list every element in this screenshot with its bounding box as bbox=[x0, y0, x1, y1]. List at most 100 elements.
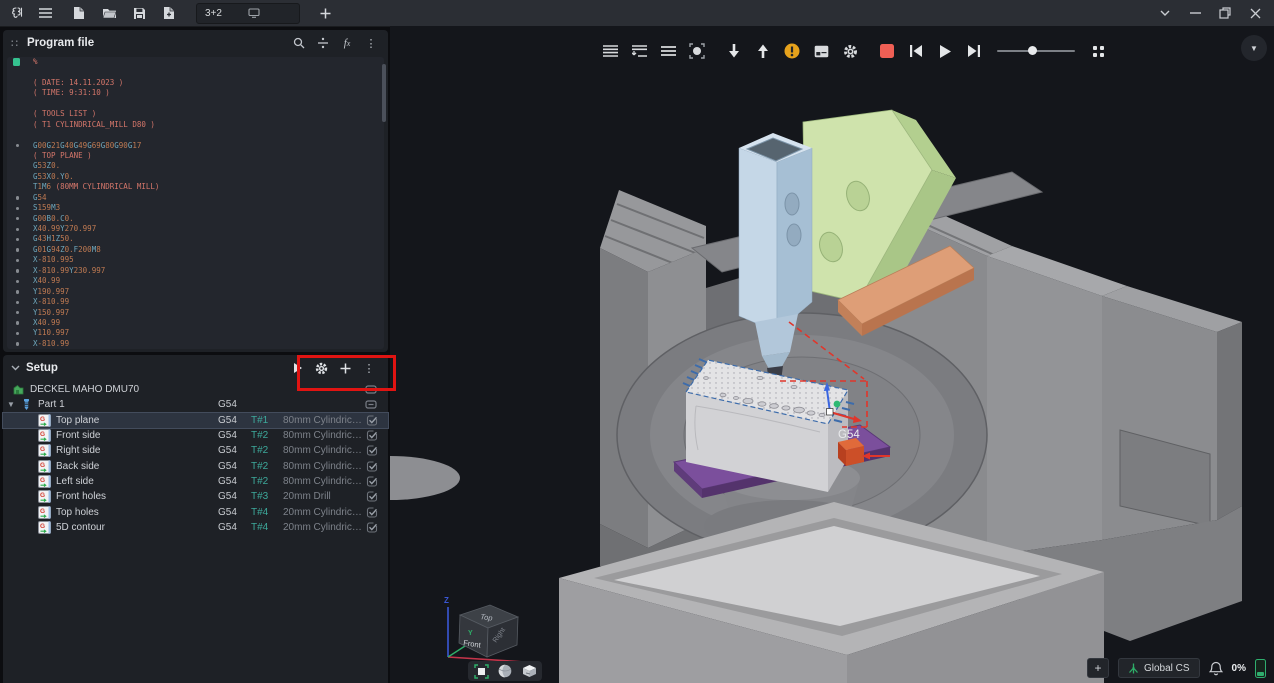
breakpoint-bullet[interactable] bbox=[7, 214, 29, 224]
tree-row-machine[interactable]: DECKEL MAHO DMU70 bbox=[3, 382, 388, 397]
arrow-down-icon[interactable] bbox=[724, 41, 744, 61]
collapse-chevron-icon[interactable] bbox=[11, 365, 20, 371]
code-line[interactable]: G00B0.C0. bbox=[7, 214, 384, 224]
breakpoint-bullet[interactable] bbox=[7, 328, 29, 338]
goto-line-icon[interactable] bbox=[314, 34, 332, 52]
code-line[interactable]: X-810.995 bbox=[7, 255, 384, 265]
breakpoint-bullet[interactable] bbox=[7, 203, 29, 213]
stop-icon[interactable] bbox=[877, 41, 897, 61]
code-line[interactable]: G43H1Z50. bbox=[7, 234, 384, 244]
code-line[interactable]: G54 bbox=[7, 193, 384, 203]
expand-chevron-icon[interactable]: ▼ bbox=[3, 400, 19, 409]
view-cube[interactable]: Z Top Front Right Y bbox=[430, 593, 550, 665]
maximize-icon[interactable] bbox=[1210, 2, 1240, 24]
operation-check-icon[interactable] bbox=[366, 507, 378, 518]
save-icon[interactable] bbox=[126, 2, 152, 24]
speed-slider[interactable] bbox=[997, 41, 1075, 61]
tree-row-part[interactable]: ▼ Part 1 G54 bbox=[3, 397, 388, 412]
code-line[interactable]: X-810.99Y230.997 bbox=[7, 266, 384, 276]
code-line[interactable]: X40.99 bbox=[7, 276, 384, 286]
code-line[interactable] bbox=[7, 130, 384, 140]
code-line[interactable]: X40.99 bbox=[7, 318, 384, 328]
operation-check-icon[interactable] bbox=[366, 430, 378, 441]
operation-row[interactable]: G5D contourG54T#420mm Cylindrical ... bbox=[3, 520, 388, 535]
open-folder-icon[interactable] bbox=[96, 2, 122, 24]
operation-row[interactable]: GFront holesG54T#320mm Drill bbox=[3, 489, 388, 504]
code-line[interactable]: X40.99Y270.997 bbox=[7, 224, 384, 234]
code-line[interactable]: % bbox=[7, 57, 384, 67]
global-cs-button[interactable]: Global CS bbox=[1118, 658, 1200, 678]
operation-row[interactable]: GRight sideG54T#280mm Cylindrical ... bbox=[3, 443, 388, 458]
code-line[interactable]: ( TIME: 9:31:10 ) bbox=[7, 88, 384, 98]
operation-check-icon[interactable] bbox=[366, 522, 378, 533]
simulate-play-icon[interactable] bbox=[288, 359, 306, 377]
breakpoint-bullet[interactable] bbox=[7, 308, 29, 318]
drag-handle-icon[interactable]: ∷ bbox=[11, 37, 19, 50]
operation-row[interactable]: GBack sideG54T#280mm Cylindrical ... bbox=[3, 458, 388, 473]
breakpoint-bullet[interactable] bbox=[7, 318, 29, 328]
play-icon[interactable] bbox=[935, 41, 955, 61]
visibility-toggle-icon[interactable] bbox=[365, 400, 377, 409]
dropdown-chevron-icon[interactable] bbox=[1150, 2, 1180, 24]
code-line[interactable]: ( TOOLS LIST ) bbox=[7, 109, 384, 119]
operation-row[interactable]: GTop planeG54T#180mm Cylindrical ... bbox=[3, 413, 388, 428]
code-line[interactable]: G00G21G40G49G69G80G90G17 bbox=[7, 141, 384, 151]
code-line[interactable]: G53Z0. bbox=[7, 161, 384, 171]
lines-all-icon[interactable] bbox=[600, 41, 620, 61]
settings-gear-icon[interactable] bbox=[840, 41, 860, 61]
new-file-icon[interactable] bbox=[66, 2, 92, 24]
breakpoint-bullet[interactable] bbox=[7, 245, 29, 255]
operation-check-icon[interactable] bbox=[366, 461, 378, 472]
solid-box-icon[interactable] bbox=[520, 662, 538, 680]
kebab-menu-icon[interactable]: ⋮ bbox=[362, 34, 380, 52]
code-line[interactable]: X-810.99 bbox=[7, 297, 384, 307]
operation-row[interactable]: GTop holesG54T#420mm Cylindrical ... bbox=[3, 504, 388, 519]
lines-to-cursor-icon[interactable] bbox=[629, 41, 649, 61]
code-scrollbar[interactable] bbox=[382, 64, 386, 122]
code-line[interactable]: Y150.997 bbox=[7, 308, 384, 318]
code-line[interactable]: ( DATE: 14.11.2023 ) bbox=[7, 78, 384, 88]
code-line[interactable]: G53X0.Y0. bbox=[7, 172, 384, 182]
code-line[interactable]: ( T1 CYLINDRICAL_MILL D80 ) bbox=[7, 120, 384, 130]
grid-dots-icon[interactable] bbox=[1088, 41, 1108, 61]
bell-icon[interactable] bbox=[1209, 661, 1223, 676]
breakpoint-bullet[interactable] bbox=[7, 193, 29, 203]
kebab-menu-icon[interactable]: ⋮ bbox=[360, 359, 378, 377]
code-line[interactable]: S159M3 bbox=[7, 203, 384, 213]
breakpoint-bullet[interactable] bbox=[7, 297, 29, 307]
operation-row[interactable]: GLeft sideG54T#280mm Cylindrical ... bbox=[3, 474, 388, 489]
add-tab-icon[interactable] bbox=[312, 2, 338, 24]
code-line[interactable]: X-810.99 bbox=[7, 339, 384, 349]
code-line[interactable]: G01G94Z0.F200M8 bbox=[7, 245, 384, 255]
stock-icon[interactable] bbox=[472, 662, 490, 680]
code-line[interactable]: T1M6 (80MM CYLINDRICAL MILL) bbox=[7, 182, 384, 192]
focus-selection-icon[interactable] bbox=[687, 41, 707, 61]
menu-icon[interactable] bbox=[32, 2, 58, 24]
bookmark-icon[interactable] bbox=[7, 57, 29, 67]
arrow-up-icon[interactable] bbox=[753, 41, 773, 61]
operation-check-icon[interactable] bbox=[366, 415, 378, 426]
operation-row[interactable]: GFront sideG54T#280mm Cylindrical ... bbox=[3, 428, 388, 443]
lines-none-icon[interactable] bbox=[658, 41, 678, 61]
save-as-icon[interactable] bbox=[156, 2, 182, 24]
code-line[interactable]: Y110.997 bbox=[7, 328, 384, 338]
visibility-toggle-icon[interactable] bbox=[365, 385, 377, 394]
breakpoint-bullet[interactable] bbox=[7, 287, 29, 297]
warning-icon[interactable] bbox=[782, 41, 802, 61]
slider-knob[interactable] bbox=[1028, 46, 1037, 55]
gcode-editor[interactable]: % ( DATE: 14.11.2023 )( TIME: 9:31:10 ) ( … bbox=[7, 57, 384, 349]
breakpoint-bullet[interactable] bbox=[7, 224, 29, 234]
operation-check-icon[interactable] bbox=[366, 491, 378, 502]
function-icon[interactable]: fx bbox=[338, 34, 356, 52]
sphere-shading-icon[interactable] bbox=[496, 662, 514, 680]
breakpoint-bullet[interactable] bbox=[7, 266, 29, 276]
code-line[interactable] bbox=[7, 67, 384, 77]
operation-check-icon[interactable] bbox=[366, 445, 378, 456]
minimize-icon[interactable] bbox=[1180, 2, 1210, 24]
code-line[interactable] bbox=[7, 99, 384, 109]
document-tab[interactable]: 3+2 bbox=[196, 3, 300, 24]
breakpoint-bullet[interactable] bbox=[7, 339, 29, 349]
close-icon[interactable] bbox=[1240, 2, 1270, 24]
viewport-3d[interactable]: G54 ▼ Z Top Front Right Y bbox=[390, 26, 1274, 683]
skip-start-icon[interactable] bbox=[906, 41, 926, 61]
